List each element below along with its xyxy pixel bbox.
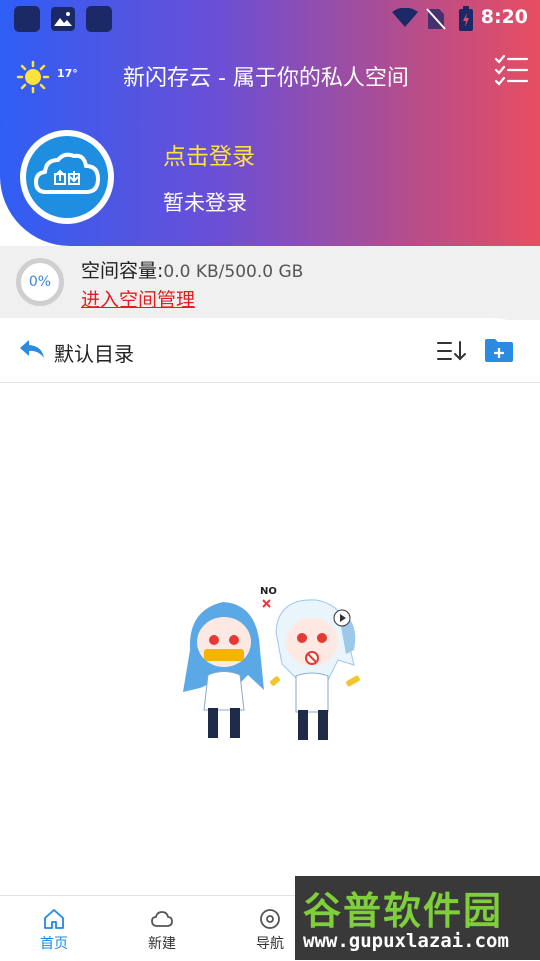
directory-title: 默认目录 [54, 342, 134, 366]
wifi-icon [392, 7, 418, 32]
notification-app-icon [86, 6, 112, 32]
avatar[interactable] [20, 130, 114, 224]
nav-new[interactable]: 新建 [108, 896, 216, 961]
sort-icon[interactable] [437, 340, 467, 366]
empty-state-illustration: NO [178, 580, 368, 749]
nav-home-label: 首页 [40, 936, 68, 952]
nav-new-label: 新建 [148, 936, 176, 952]
sun-icon [16, 60, 50, 94]
watermark: 谷普软件园 www.gupuxlazai.com [295, 876, 540, 960]
header-banner: 8:20 17° 新闪存云 - 属于你的私人空间 点击登录 暂未登录 [0, 0, 540, 246]
weather-temperature: 17° [57, 67, 78, 80]
storage-usage-ring: 0% [16, 258, 64, 306]
storage-capacity-value: 0.0 KB/500.0 GB [163, 262, 304, 282]
watermark-title: 谷普软件园 [303, 889, 504, 933]
login-link[interactable]: 点击登录 [163, 137, 255, 171]
status-bar: 8:20 [0, 0, 540, 38]
no-sim-icon [426, 7, 446, 35]
directory-toolbar: 默认目录 [0, 318, 540, 383]
home-icon [44, 909, 64, 929]
battery-charging-icon [458, 6, 474, 36]
back-arrow-icon[interactable] [18, 338, 46, 366]
status-time: 8:20 [480, 6, 528, 28]
new-folder-icon[interactable] [484, 337, 514, 367]
gallery-icon [50, 6, 76, 36]
storage-capacity-label: 空间容量: [81, 260, 164, 282]
cloud-icon [151, 911, 173, 927]
empty-state-badge: NO [260, 586, 277, 597]
watermark-url: www.gupuxlazai.com [303, 930, 509, 952]
login-status: 暂未登录 [163, 191, 247, 215]
nav-home[interactable]: 首页 [0, 896, 108, 961]
app-title: 新闪存云 - 属于你的私人空间 [123, 66, 409, 91]
storage-capacity: 空间容量:0.0 KB/500.0 GB [81, 256, 303, 283]
space-management-link[interactable]: 进入空间管理 [81, 285, 195, 312]
compass-icon [260, 909, 280, 929]
cloud-storage-logo-icon [26, 136, 108, 218]
notification-app-icon [14, 6, 40, 32]
storage-panel: 0% 空间容量:0.0 KB/500.0 GB 进入空间管理 [0, 246, 540, 320]
storage-percent: 0% [28, 274, 52, 290]
checklist-icon[interactable] [494, 54, 529, 90]
